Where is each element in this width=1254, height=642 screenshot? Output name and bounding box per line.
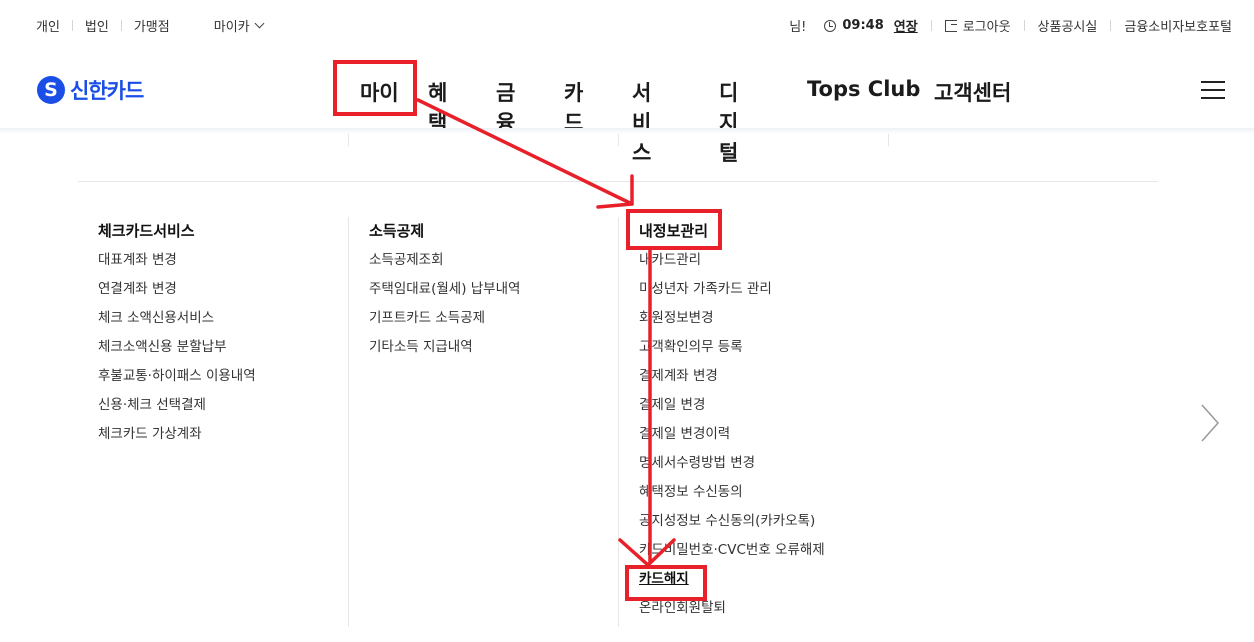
- column-divider: [618, 134, 619, 146]
- menu-item[interactable]: 회원정보변경: [639, 310, 825, 339]
- logo-mark: S: [37, 76, 65, 104]
- menu-item[interactable]: 혜택정보 수신동의: [639, 484, 825, 513]
- nav-corporate[interactable]: 법인: [85, 16, 109, 35]
- utility-bar: 개인 법인 가맹점 마이카 님! 09:48 연장 로그아웃 상품공시실 금융소…: [0, 0, 1254, 50]
- menu-item[interactable]: 체크카드 가상계좌: [98, 426, 256, 455]
- consumer-portal-link[interactable]: 금융소비자보호포털: [1124, 16, 1232, 35]
- shinhan-card-logo[interactable]: S 신한카드: [37, 75, 144, 105]
- column-title: 체크카드서비스: [98, 222, 195, 240]
- menu-item[interactable]: 연결계좌 변경: [98, 281, 256, 310]
- menu-item[interactable]: 미성년자 가족카드 관리: [639, 281, 825, 310]
- column-divider: [888, 134, 889, 146]
- menu-item[interactable]: 결제계좌 변경: [639, 368, 825, 397]
- menu-item[interactable]: 내카드관리: [639, 252, 825, 281]
- menu-item[interactable]: 결제일 변경: [639, 397, 825, 426]
- menu-item[interactable]: 주택임대료(월세) 납부내역: [369, 281, 520, 310]
- menu-digital[interactable]: 디지털: [719, 77, 738, 167]
- menu-column-income-deduction: 소득공제 소득공제조회 주택임대료(월세) 납부내역 기프트카드 소득공제 기타소득 …: [369, 220, 520, 368]
- divider: [120, 20, 122, 31]
- divider: [1023, 20, 1025, 31]
- menu-customer-center[interactable]: 고객센터: [934, 77, 1011, 107]
- divider: [1110, 20, 1112, 31]
- menu-item[interactable]: 소득공제조회: [369, 252, 520, 281]
- menu-item[interactable]: 결제일 변경이력: [639, 426, 825, 455]
- my-card-label: 마이카: [213, 20, 250, 35]
- section-divider: [78, 181, 1158, 182]
- menu-column-my-info: 내정보관리 내카드관리 미성년자 가족카드 관리 회원정보변경 고객확인의무 등록 결제…: [639, 220, 825, 629]
- clock-icon: [824, 19, 837, 32]
- menu-column-check-card: 체크카드서비스 대표계좌 변경 연결계좌 변경 체크 소액신용서비스 체크소액신용 분…: [98, 220, 256, 455]
- extend-session-link[interactable]: 연장: [894, 16, 918, 35]
- session-time: 09:48: [842, 18, 884, 33]
- menu-list: 대표계좌 변경 연결계좌 변경 체크 소액신용서비스 체크소액신용 분할납부 후불교통·…: [98, 252, 256, 455]
- menu-item[interactable]: 기타소득 지급내역: [369, 339, 520, 368]
- menu-list: 소득공제조회 주택임대료(월세) 납부내역 기프트카드 소득공제 기타소득 지급내역: [369, 252, 520, 368]
- main-navigation: S 신한카드 마이 혜택 금융 카드 서비스 디지털 Tops Club 고객센…: [0, 50, 1254, 165]
- menu-list: 내카드관리 미성년자 가족카드 관리 회원정보변경 고객확인의무 등록 결제계좌 변경 결…: [639, 252, 825, 629]
- logout-icon: [944, 19, 957, 32]
- menu-tops-club[interactable]: Tops Club: [807, 77, 920, 101]
- nav-personal[interactable]: 개인: [36, 16, 60, 35]
- customer-type-nav: 개인 법인 가맹점 마이카: [36, 16, 265, 35]
- menu-item[interactable]: 체크 소액신용서비스: [98, 310, 256, 339]
- column-divider: [348, 217, 349, 627]
- menu-item[interactable]: 기프트카드 소득공제: [369, 310, 520, 339]
- main-menu: 마이 혜택 금융 카드 서비스 디지털 Tops Club 고객센터: [346, 77, 1011, 165]
- nav-merchant[interactable]: 가맹점: [134, 16, 170, 35]
- chevron-right-icon[interactable]: [1200, 403, 1220, 443]
- menu-item[interactable]: 온라인회원탈퇴: [639, 600, 825, 629]
- logout-button[interactable]: 로그아웃: [944, 16, 1011, 35]
- logout-label: 로그아웃: [962, 20, 1011, 35]
- greeting: 님!: [789, 20, 807, 35]
- menu-item[interactable]: 카드비밀번호·CVC번호 오류해제: [639, 542, 825, 571]
- menu-service[interactable]: 서비스: [632, 77, 651, 167]
- session-timer: 09:48 연장: [824, 16, 918, 35]
- nav-shadow: [0, 128, 1254, 134]
- logo-text: 신한카드: [70, 79, 144, 103]
- menu-item[interactable]: 공지성정보 수신동의(카카오톡): [639, 513, 825, 542]
- menu-item[interactable]: 신용·체크 선택결제: [98, 397, 256, 426]
- product-notice-link[interactable]: 상품공시실: [1038, 16, 1098, 35]
- menu-my[interactable]: 마이: [360, 77, 399, 107]
- divider: [71, 20, 73, 31]
- menu-item[interactable]: 후불교통·하이패스 이용내역: [98, 368, 256, 397]
- menu-item[interactable]: 대표계좌 변경: [98, 252, 256, 281]
- hamburger-icon[interactable]: [1201, 81, 1225, 99]
- column-title: 내정보관리: [639, 222, 709, 240]
- column-divider: [348, 134, 349, 146]
- menu-item[interactable]: 체크소액신용 분할납부: [98, 339, 256, 368]
- column-title: 소득공제: [369, 222, 425, 240]
- menu-item[interactable]: 명세서수령방법 변경: [639, 455, 825, 484]
- chevron-down-icon: [254, 18, 265, 29]
- user-session-bar: 님! 09:48 연장 로그아웃 상품공시실 금융소비자보호포털: [789, 16, 1232, 35]
- divider: [930, 20, 932, 31]
- my-card-dropdown[interactable]: 마이카: [213, 16, 265, 35]
- menu-item[interactable]: 고객확인의무 등록: [639, 339, 825, 368]
- column-divider: [618, 217, 619, 627]
- menu-item[interactable]: 카드해지: [639, 571, 825, 600]
